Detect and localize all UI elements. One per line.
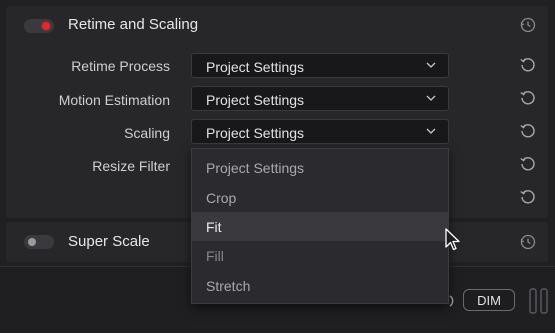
super-scale-toggle[interactable] (24, 235, 54, 249)
inspector-panel: Retime and Scaling Retime Process Projec… (0, 0, 555, 333)
resize-filter-label: Resize Filter (92, 158, 170, 174)
retime-process-dropdown[interactable]: Project Settings (191, 53, 449, 78)
resize-filter-reset-icon[interactable] (519, 155, 537, 173)
scaling-reset-icon[interactable] (519, 122, 537, 140)
dropdown-option-stretch[interactable]: Stretch (192, 271, 448, 300)
super-scale-reset-icon[interactable] (519, 233, 537, 251)
dim-button[interactable]: DIM (463, 289, 515, 311)
chevron-down-icon (426, 61, 436, 69)
mouse-pointer-icon (444, 228, 460, 252)
toggle-knob (28, 238, 36, 246)
scaling-dropdown-menu: Project Settings Crop Fit Fill Stretch (191, 148, 449, 304)
retime-scaling-title: Retime and Scaling (68, 16, 199, 33)
scaling-value: Project Settings (206, 125, 305, 141)
motion-estimation-label: Motion Estimation (58, 92, 170, 108)
dropdown-option-project-settings[interactable]: Project Settings (192, 153, 448, 182)
retime-process-label: Retime Process (71, 58, 170, 74)
motion-estimation-dropdown[interactable]: Project Settings (191, 86, 449, 111)
row5-reset-icon[interactable] (519, 188, 537, 206)
section-reset-icon[interactable] (519, 16, 537, 34)
toggle-knob (42, 22, 50, 30)
chevron-down-icon (426, 94, 436, 102)
scaling-dropdown[interactable]: Project Settings (191, 119, 449, 144)
retime-scaling-toggle[interactable] (24, 19, 54, 33)
chevron-down-icon (426, 127, 436, 135)
dropdown-option-fit[interactable]: Fit (192, 212, 448, 241)
motion-estimation-reset-icon[interactable] (519, 89, 537, 107)
dropdown-option-crop[interactable]: Crop (192, 183, 448, 212)
dropdown-option-fill[interactable]: Fill (192, 241, 448, 270)
scaling-label: Scaling (124, 125, 170, 141)
super-scale-title: Super Scale (68, 233, 150, 250)
retime-process-value: Project Settings (206, 59, 305, 75)
level-meter-icon (528, 288, 552, 314)
motion-estimation-value: Project Settings (206, 92, 305, 108)
retime-process-reset-icon[interactable] (519, 56, 537, 74)
